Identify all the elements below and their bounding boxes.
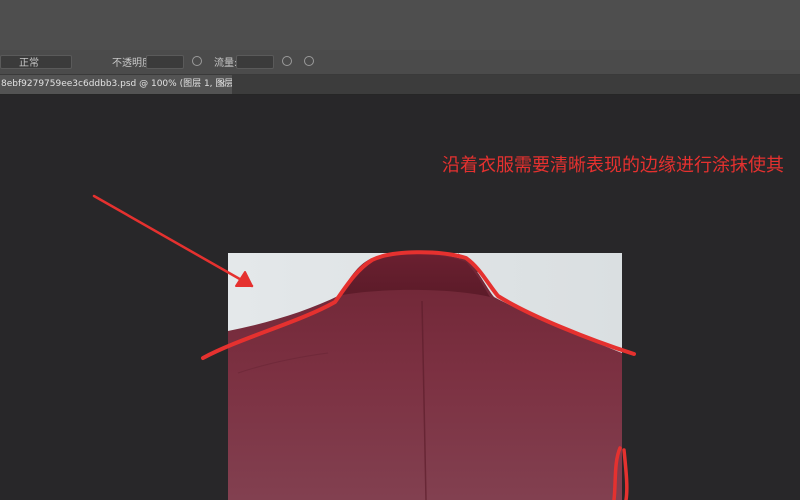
arrow-line — [92, 194, 254, 288]
edge-stroke — [201, 250, 636, 360]
right-edge-stroke — [612, 446, 629, 500]
annotation-overlay — [92, 194, 636, 500]
